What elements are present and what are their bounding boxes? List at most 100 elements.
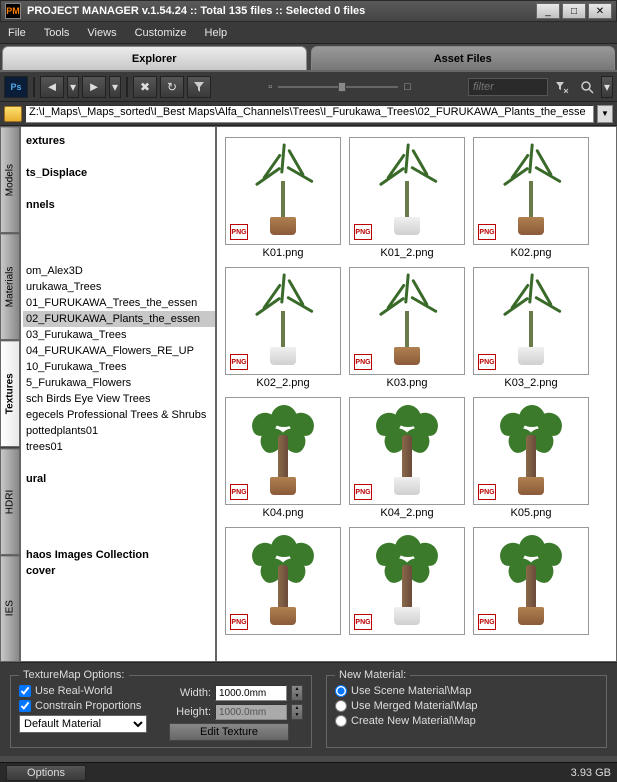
disk-usage: 3.93 GB: [571, 767, 611, 779]
filter-toggle-button[interactable]: [187, 76, 211, 98]
forward-dropdown[interactable]: ▾: [109, 76, 121, 98]
tree-item: [23, 149, 215, 165]
edit-texture-button[interactable]: Edit Texture: [169, 723, 289, 741]
tree-item[interactable]: 5_Furukawa_Flowers: [23, 375, 215, 391]
search-dropdown[interactable]: ▾: [601, 76, 613, 98]
png-badge-icon: PNG: [230, 224, 248, 240]
tree-item[interactable]: extures: [23, 133, 215, 149]
vtab-hdri[interactable]: HDRI: [0, 448, 20, 555]
thumbnail[interactable]: PNG K05.png: [473, 397, 589, 519]
large-thumb-icon: □: [404, 81, 411, 93]
texturemap-legend: TextureMap Options:: [19, 669, 129, 681]
tree-item[interactable]: 02_FURUKAWA_Plants_the_essen: [23, 311, 215, 327]
menu-help[interactable]: Help: [205, 27, 228, 39]
thumbnail[interactable]: PNG: [225, 527, 341, 637]
png-badge-icon: PNG: [354, 354, 372, 370]
use-realworld-checkbox[interactable]: Use Real-World: [19, 685, 159, 697]
photoshop-icon[interactable]: Ps: [4, 76, 28, 98]
toolbar: Ps ◄ ▾ ► ▾ ✖ ↻ ▫ □ ▾: [0, 72, 617, 102]
close-button[interactable]: ✕: [588, 3, 612, 19]
tree-item[interactable]: om_Alex3D: [23, 263, 215, 279]
filter-clear-icon[interactable]: [551, 77, 573, 97]
refresh-button[interactable]: ↻: [160, 76, 184, 98]
thumbnail[interactable]: PNG K03.png: [349, 267, 465, 389]
vtab-textures[interactable]: Textures: [0, 340, 20, 447]
thumbnail[interactable]: PNG K04_2.png: [349, 397, 465, 519]
folder-icon[interactable]: [4, 106, 22, 122]
tab-asset-files[interactable]: Asset Files: [311, 46, 616, 70]
vtab-ies[interactable]: IES: [0, 555, 20, 662]
menu-tools[interactable]: Tools: [44, 27, 70, 39]
thumbnail-caption: [225, 635, 341, 637]
thumbnail[interactable]: PNG K03_2.png: [473, 267, 589, 389]
tree-item[interactable]: sch Birds Eye View Trees: [23, 391, 215, 407]
thumbnail-caption: K03_2.png: [473, 375, 589, 389]
thumbnail[interactable]: PNG: [473, 527, 589, 637]
back-button[interactable]: ◄: [40, 76, 64, 98]
png-badge-icon: PNG: [354, 614, 372, 630]
width-label: Width:: [169, 687, 211, 699]
tree-item[interactable]: egecels Professional Trees & Shrubs: [23, 407, 215, 423]
menu-bar: File Tools Views Customize Help: [0, 22, 617, 44]
tree-item[interactable]: 04_FURUKAWA_Flowers_RE_UP: [23, 343, 215, 359]
tree-item[interactable]: haos Images Collection: [23, 547, 215, 563]
tree-item[interactable]: cover: [23, 563, 215, 579]
back-dropdown[interactable]: ▾: [67, 76, 79, 98]
width-input[interactable]: [215, 685, 287, 701]
menu-views[interactable]: Views: [87, 27, 116, 39]
thumbnail[interactable]: PNG K02_2.png: [225, 267, 341, 389]
tree-item[interactable]: 10_Furukawa_Trees: [23, 359, 215, 375]
thumbnail-caption: K01_2.png: [349, 245, 465, 259]
path-input[interactable]: Z:\I_Maps\_Maps_sorted\I_Best Maps\Alfa_…: [25, 105, 594, 123]
thumbnail-size-slider[interactable]: ▫ □: [214, 81, 465, 93]
app-logo-icon: PM: [5, 3, 21, 19]
stop-button[interactable]: ✖: [133, 76, 157, 98]
options-button[interactable]: Options: [6, 765, 86, 781]
thumbnail[interactable]: PNG K04.png: [225, 397, 341, 519]
height-input: [215, 704, 287, 720]
png-badge-icon: PNG: [478, 224, 496, 240]
thumbnail[interactable]: PNG K01_2.png: [349, 137, 465, 259]
forward-button[interactable]: ►: [82, 76, 106, 98]
create-new-material-radio[interactable]: Create New Material\Map: [335, 715, 598, 727]
thumbnail-caption: K05.png: [473, 505, 589, 519]
folder-tree[interactable]: extures ts_Displace nnels om_Alex3Durukaw…: [20, 126, 216, 662]
thumbnail-caption: [473, 635, 589, 637]
thumbnail-caption: [349, 635, 465, 637]
thumbnail[interactable]: PNG K02.png: [473, 137, 589, 259]
options-panel: TextureMap Options: Use Real-World Const…: [0, 662, 617, 756]
tree-item[interactable]: nnels: [23, 197, 215, 213]
thumbnail-grid: PNG K01.png PNG K01_2.png PNG K02.png PN…: [216, 126, 617, 662]
thumbnail-caption: K03.png: [349, 375, 465, 389]
vtab-materials[interactable]: Materials: [0, 233, 20, 340]
tree-item[interactable]: trees01: [23, 439, 215, 455]
thumbnail-caption: K04.png: [225, 505, 341, 519]
new-material-legend: New Material:: [335, 669, 410, 681]
menu-customize[interactable]: Customize: [135, 27, 187, 39]
tree-item[interactable]: 03_Furukawa_Trees: [23, 327, 215, 343]
png-badge-icon: PNG: [230, 484, 248, 500]
search-icon[interactable]: [576, 77, 598, 97]
path-dropdown[interactable]: ▼: [597, 105, 613, 123]
tree-item[interactable]: urukawa_Trees: [23, 279, 215, 295]
filter-input[interactable]: [468, 78, 548, 96]
constrain-proportions-checkbox[interactable]: Constrain Proportions: [19, 700, 159, 712]
minimize-button[interactable]: _: [536, 3, 560, 19]
vtab-models[interactable]: Models: [0, 126, 20, 233]
use-scene-material-radio[interactable]: Use Scene Material\Map: [335, 685, 598, 697]
thumbnail-caption: K02_2.png: [225, 375, 341, 389]
width-spinner[interactable]: ▲▼: [291, 685, 303, 701]
tree-item[interactable]: ural: [23, 471, 215, 487]
tree-item[interactable]: pottedplants01: [23, 423, 215, 439]
thumbnail[interactable]: PNG K01.png: [225, 137, 341, 259]
height-spinner[interactable]: ▲▼: [291, 704, 303, 720]
menu-file[interactable]: File: [8, 27, 26, 39]
title-bar: PM PROJECT MANAGER v.1.54.24 :: Total 13…: [0, 0, 617, 22]
material-select[interactable]: Default Material: [19, 715, 147, 733]
maximize-button[interactable]: □: [562, 3, 586, 19]
tab-explorer[interactable]: Explorer: [2, 46, 307, 70]
tree-item[interactable]: ts_Displace: [23, 165, 215, 181]
tree-item[interactable]: 01_FURUKAWA_Trees_the_essen: [23, 295, 215, 311]
use-merged-material-radio[interactable]: Use Merged Material\Map: [335, 700, 598, 712]
thumbnail[interactable]: PNG: [349, 527, 465, 637]
